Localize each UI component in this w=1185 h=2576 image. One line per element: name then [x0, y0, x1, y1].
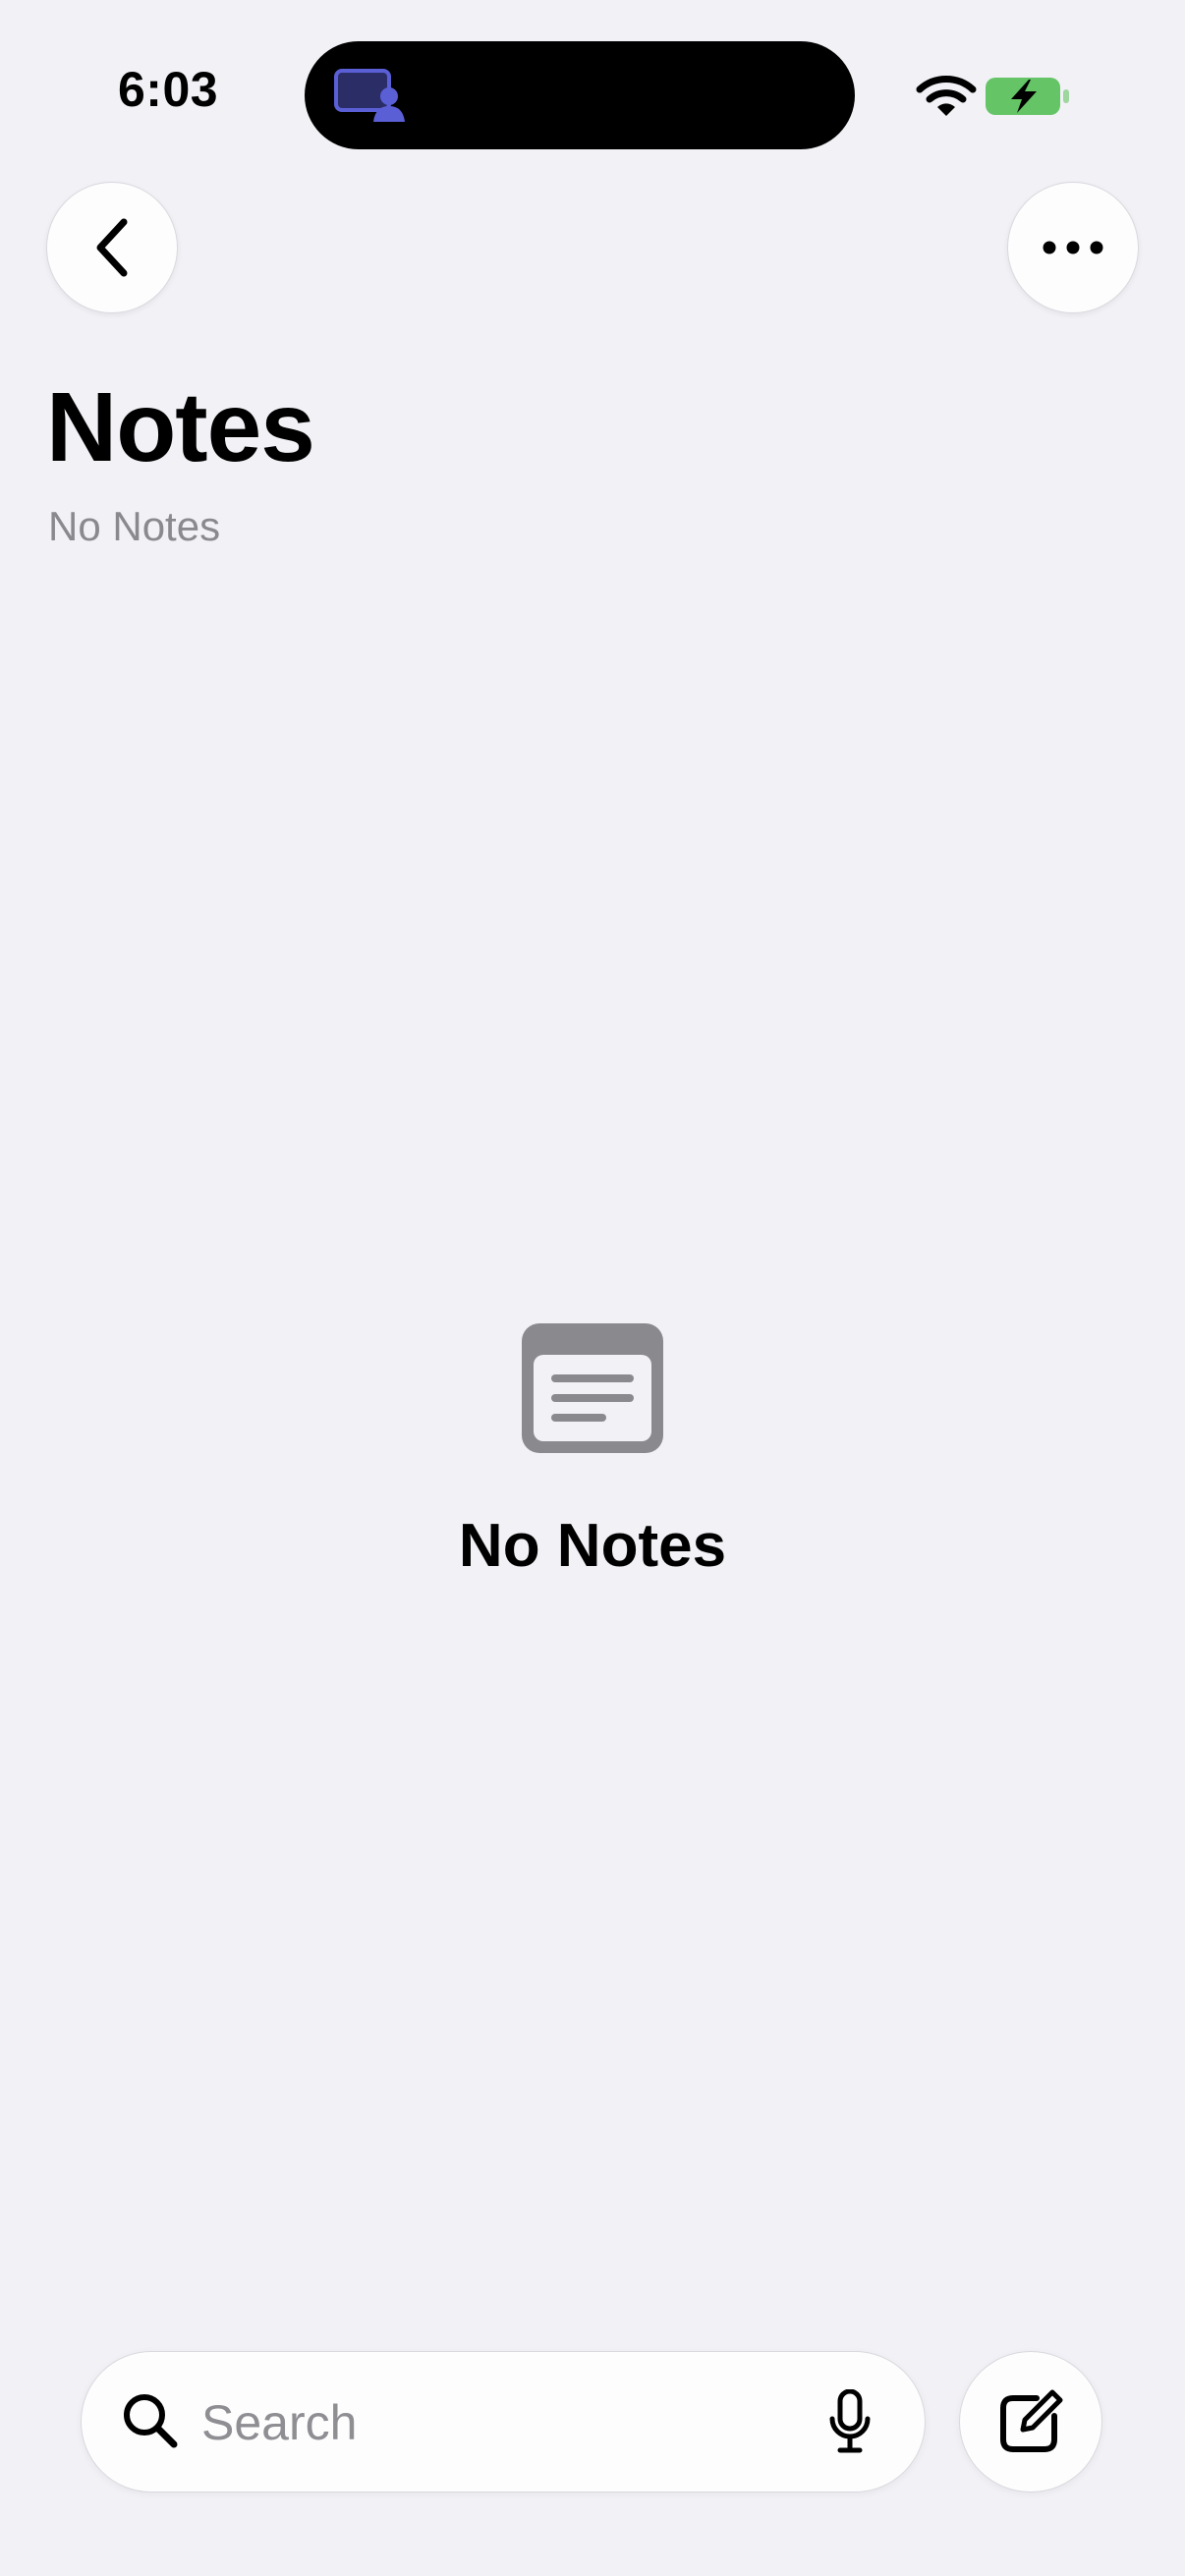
back-button[interactable] — [46, 182, 178, 313]
notes-count-subtitle: No Notes — [48, 503, 221, 549]
more-options-button[interactable] — [1007, 182, 1139, 313]
compose-icon — [1000, 2389, 1063, 2452]
battery-charging-icon — [986, 78, 1069, 115]
search-icon — [124, 2394, 178, 2448]
status-time: 6:03 — [118, 62, 219, 117]
microphone-icon[interactable] — [828, 2389, 872, 2454]
search-input[interactable] — [201, 2381, 870, 2464]
dynamic-island[interactable] — [305, 41, 855, 149]
search-bar[interactable] — [81, 2351, 926, 2492]
ellipsis-icon — [1043, 241, 1103, 254]
page-title: Notes — [46, 372, 315, 482]
compose-note-button[interactable] — [959, 2351, 1102, 2492]
chevron-left-icon — [96, 218, 128, 277]
note-icon — [522, 1323, 663, 1453]
wifi-icon — [916, 76, 977, 116]
screen-sharing-person-icon — [334, 69, 405, 122]
empty-state-label: No Notes — [458, 1512, 727, 1580]
